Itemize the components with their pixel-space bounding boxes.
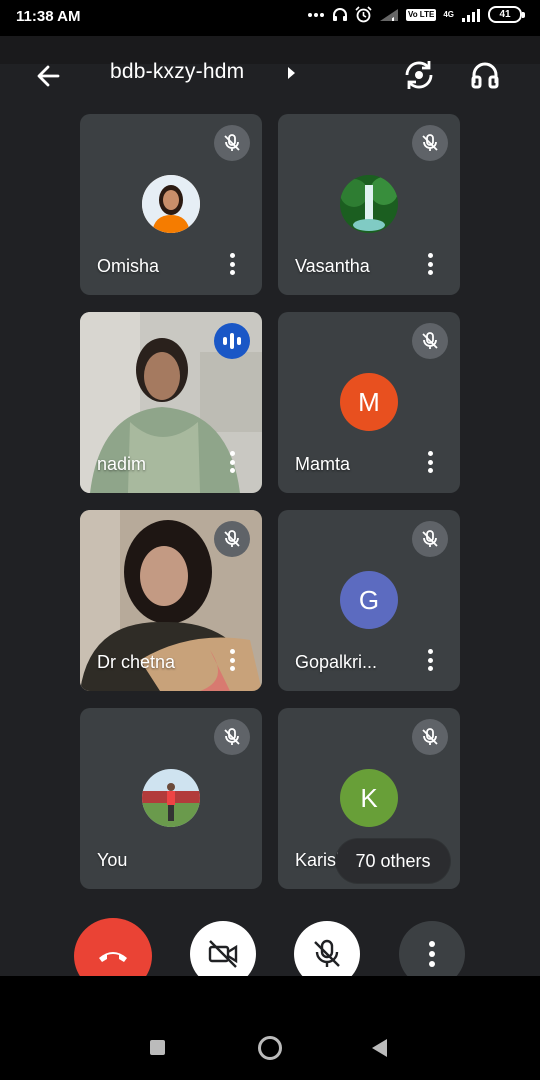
speaking-indicator-icon (214, 323, 250, 359)
switch-camera-icon (405, 61, 433, 89)
more-vert-icon[interactable] (424, 647, 436, 673)
participant-tile[interactable]: G Gopalkri... (278, 510, 460, 691)
more-vert-icon[interactable] (424, 251, 436, 277)
participant-tile[interactable]: Dr chetna (80, 510, 262, 691)
mic-muted-badge (412, 125, 448, 161)
meeting-details-chevron-icon[interactable] (288, 67, 295, 79)
participant-tile-self[interactable]: You (80, 708, 262, 889)
arrow-back-icon (37, 65, 60, 87)
recents-square-icon[interactable] (150, 1040, 165, 1055)
participant-tile[interactable]: M Mamta (278, 312, 460, 493)
back-button[interactable] (32, 58, 68, 94)
system-nav-bar (0, 976, 540, 1080)
mic-off-icon (422, 728, 438, 745)
participant-name: Gopalkri... (295, 652, 378, 672)
mic-off-icon (422, 134, 438, 151)
meet-call-screen: bdb-kxzy-hdm Omisha Vasantha nadim M Mam… (0, 36, 540, 994)
participant-name: You (97, 850, 128, 870)
status-bar: 11:38 AM Vo LTE 4G 41 (0, 0, 540, 36)
signal-weak-icon (379, 8, 399, 22)
participant-name: Vasantha (295, 256, 370, 276)
back-triangle-icon[interactable] (372, 1039, 387, 1057)
mic-off-icon (224, 134, 240, 151)
more-vert-icon[interactable] (226, 449, 238, 475)
participant-tile[interactable]: nadim (80, 312, 262, 493)
mic-off-icon (314, 939, 340, 967)
switch-camera-button[interactable] (400, 56, 438, 94)
end-call-icon (99, 952, 127, 962)
mic-muted-badge (214, 719, 250, 755)
more-vert-icon (429, 941, 435, 967)
profile-photo (142, 769, 200, 827)
status-icons: Vo LTE 4G 41 (307, 6, 525, 23)
mic-muted-badge (214, 521, 250, 557)
more-vert-icon[interactable] (424, 449, 436, 475)
profile-photo (142, 175, 200, 233)
avatar (340, 175, 398, 233)
camera-off-icon (208, 940, 238, 968)
alarm-icon (355, 6, 372, 23)
headphones-icon (471, 62, 499, 89)
avatar: K (340, 769, 398, 827)
participant-name: Omisha (97, 256, 160, 276)
home-circle-icon[interactable] (258, 1036, 282, 1060)
call-header: bdb-kxzy-hdm (0, 50, 540, 94)
mic-muted-badge (412, 521, 448, 557)
avatar: M (340, 373, 398, 431)
others-count-button[interactable]: 70 others (336, 839, 450, 883)
meeting-code[interactable]: bdb-kxzy-hdm (110, 60, 244, 84)
participant-tile[interactable]: Omisha (80, 114, 262, 295)
mic-off-icon (224, 728, 240, 745)
mic-off-icon (422, 332, 438, 349)
avatar (142, 175, 200, 233)
avatar: G (340, 571, 398, 629)
mic-off-icon (224, 530, 240, 547)
network-type: 4G (443, 9, 454, 19)
participant-name: Dr chetna (97, 652, 176, 672)
mic-muted-badge (412, 719, 448, 755)
participant-tile[interactable]: Vasantha (278, 114, 460, 295)
headset-status-icon (332, 7, 348, 23)
more-vert-icon[interactable] (226, 647, 238, 673)
status-time: 11:38 AM (16, 8, 81, 25)
audio-output-button[interactable] (466, 56, 504, 94)
signal-icon (461, 8, 481, 22)
profile-photo (340, 175, 398, 233)
battery-indicator: 41 (488, 6, 525, 23)
mic-off-icon (422, 530, 438, 547)
more-dots-icon (307, 12, 325, 18)
avatar (142, 769, 200, 827)
volte-icon: Vo LTE (405, 8, 437, 21)
participant-name: Mamta (295, 454, 351, 474)
participant-name: nadim (97, 454, 147, 474)
mic-muted-badge (214, 125, 250, 161)
mic-muted-badge (412, 323, 448, 359)
more-vert-icon[interactable] (226, 251, 238, 277)
